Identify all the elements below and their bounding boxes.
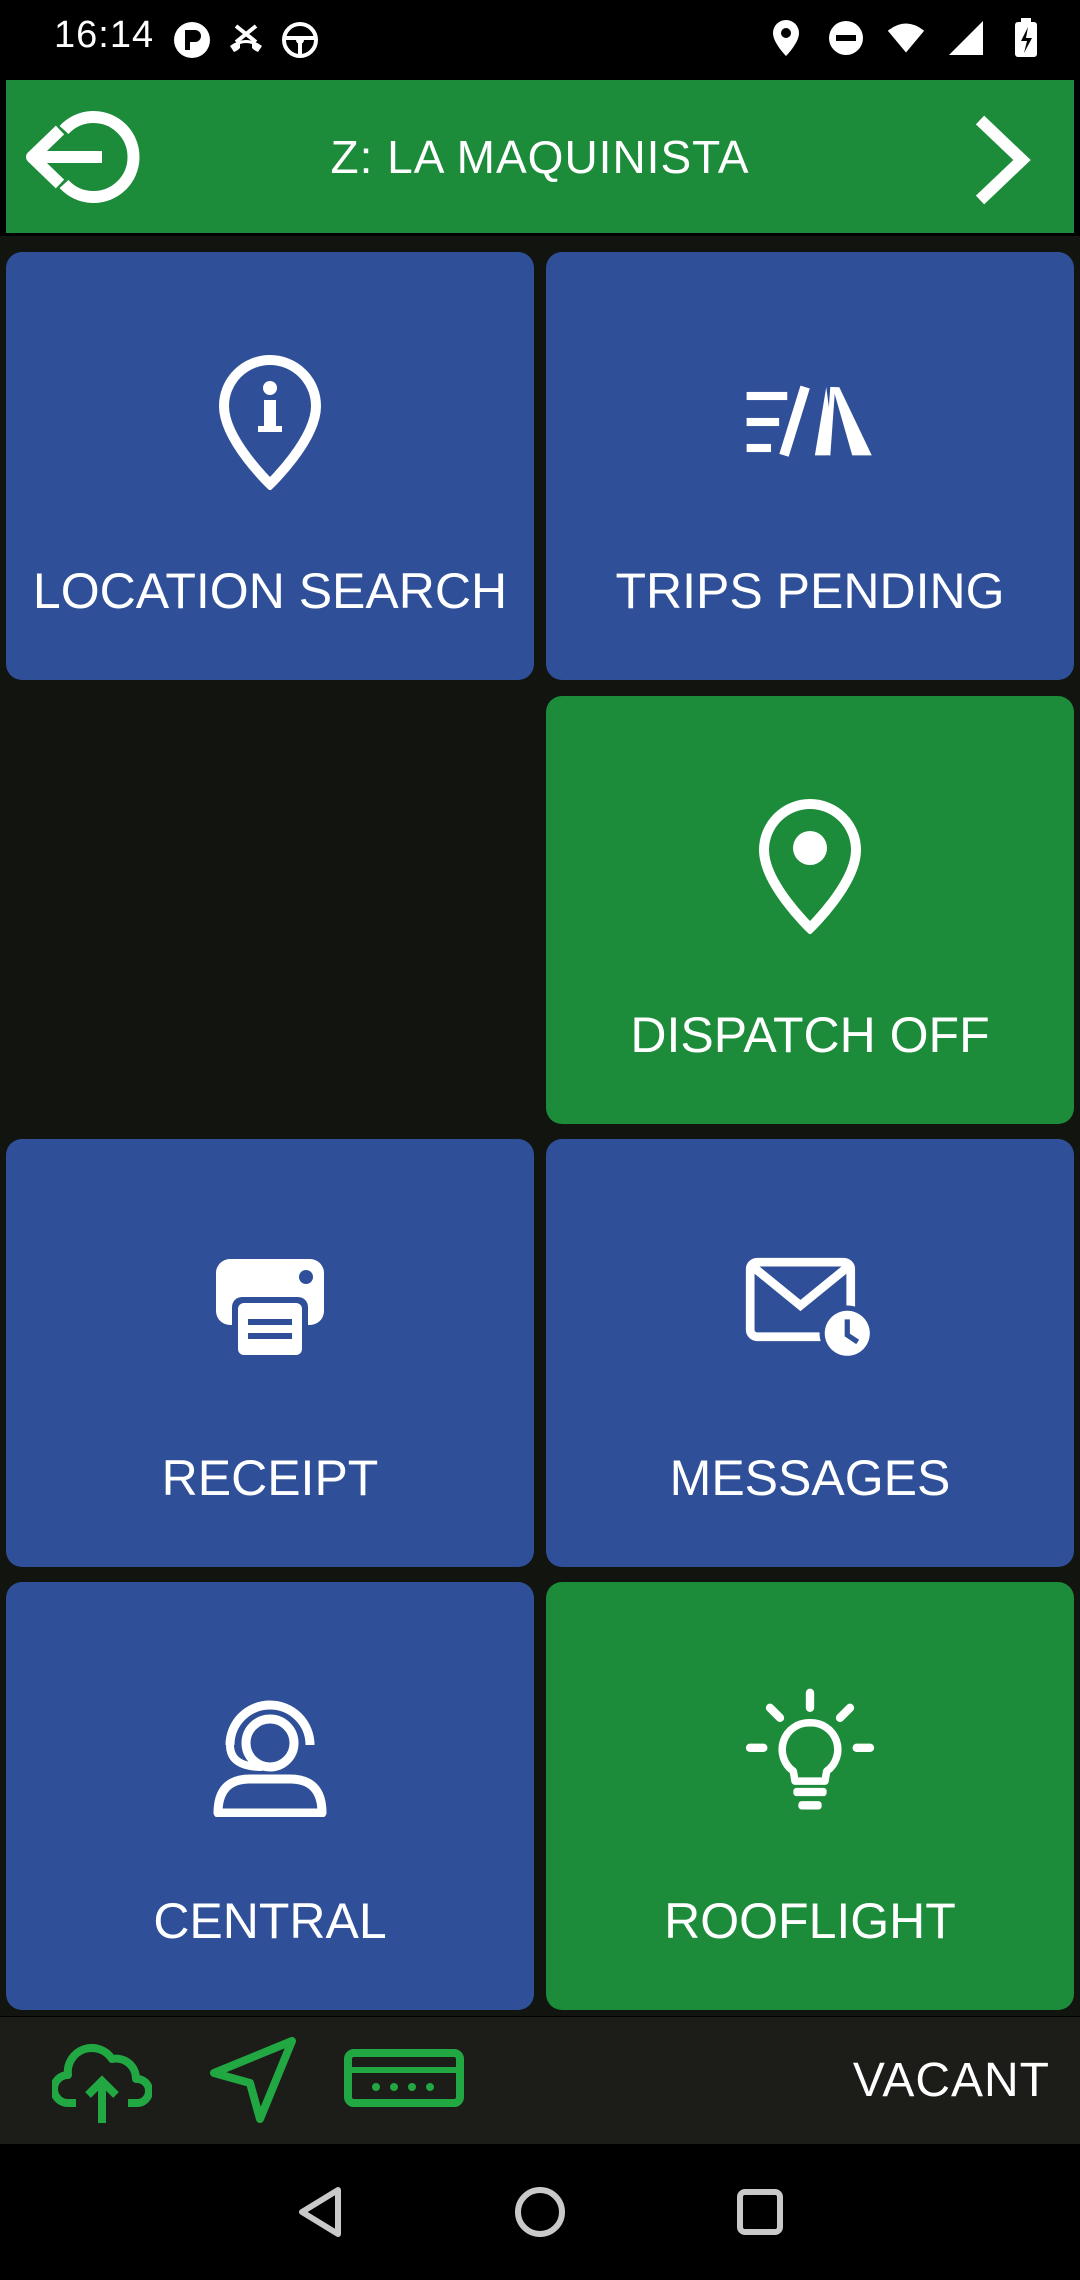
dispatch-off-tile[interactable]: DISPATCH OFF bbox=[546, 696, 1074, 1124]
tile-label: ROOFLIGHT bbox=[664, 1893, 956, 1949]
lightbulb-icon bbox=[745, 1682, 875, 1822]
cloud-upload-icon[interactable] bbox=[50, 2035, 153, 2132]
tile-grid: LOCATION SEARCH TRIPS PENDING DISPATCH O… bbox=[0, 236, 1080, 2016]
tile-label: TRIPS PENDING bbox=[615, 563, 1005, 619]
location-info-icon bbox=[205, 352, 335, 492]
messages-tile[interactable]: MESSAGES bbox=[546, 1139, 1074, 1567]
battery-charging-icon bbox=[1006, 18, 1046, 58]
bottom-bar: VACANT bbox=[0, 2017, 1080, 2144]
system-nav-bar bbox=[0, 2144, 1080, 2280]
status-right-icons bbox=[766, 18, 1046, 58]
p-circle-icon bbox=[172, 20, 212, 60]
tile-label: CENTRAL bbox=[153, 1893, 387, 1949]
receipt-tile[interactable]: RECEIPT bbox=[6, 1139, 534, 1567]
tile-label: LOCATION SEARCH bbox=[32, 563, 508, 619]
status-left-icons bbox=[172, 20, 320, 60]
location-pin-icon bbox=[766, 18, 806, 58]
vacant-status-label: VACANT bbox=[852, 2054, 1050, 2107]
logout-arrow-icon[interactable] bbox=[24, 102, 156, 212]
status-bar: 16:14 bbox=[0, 0, 1080, 78]
navigation-arrow-icon[interactable] bbox=[208, 2037, 298, 2130]
chevron-right-icon[interactable] bbox=[970, 114, 1034, 206]
map-pin-icon bbox=[745, 796, 875, 936]
header-title: Z: LA MAQUINISTA bbox=[330, 130, 750, 183]
recents-square-icon[interactable] bbox=[730, 2182, 790, 2242]
headset-agent-icon bbox=[205, 1682, 335, 1822]
rooflight-tile[interactable]: ROOFLIGHT bbox=[546, 1582, 1074, 2010]
do-not-disturb-icon bbox=[826, 18, 866, 58]
header-bar: Z: LA MAQUINISTA bbox=[6, 80, 1074, 233]
signal-icon bbox=[946, 18, 986, 58]
road-lines-icon bbox=[745, 352, 875, 492]
tile-label: RECEIPT bbox=[161, 1450, 379, 1506]
taximeter-icon[interactable] bbox=[344, 2049, 464, 2112]
status-time: 16:14 bbox=[54, 14, 155, 56]
mail-clock-icon bbox=[745, 1239, 875, 1379]
central-tile[interactable]: CENTRAL bbox=[6, 1582, 534, 2010]
trips-pending-tile[interactable]: TRIPS PENDING bbox=[546, 252, 1074, 680]
home-circle-icon[interactable] bbox=[510, 2182, 570, 2242]
printer-icon bbox=[205, 1239, 335, 1379]
tile-label: DISPATCH OFF bbox=[630, 1007, 990, 1063]
wifi-icon bbox=[886, 18, 926, 58]
steering-wheel-icon bbox=[280, 20, 320, 60]
tile-label: MESSAGES bbox=[669, 1450, 951, 1506]
location-search-tile[interactable]: LOCATION SEARCH bbox=[6, 252, 534, 680]
back-triangle-icon[interactable] bbox=[292, 2182, 352, 2242]
call-end-icon bbox=[226, 20, 266, 60]
